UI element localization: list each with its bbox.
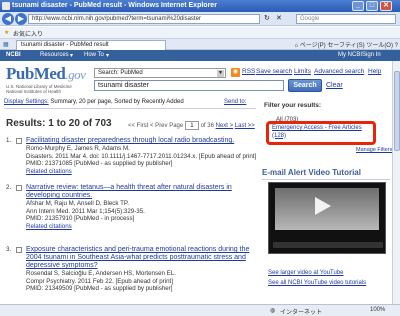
manage-filters-link[interactable]: Manage Filters (356, 147, 392, 153)
play-icon[interactable] (315, 197, 331, 215)
item-citation: Disasters. 2011 Mar 4. doi: 10.1111/j.14… (26, 152, 257, 160)
favorites-bar: ★ お気に入り (0, 27, 400, 39)
save-search-link[interactable]: Save search (256, 68, 292, 75)
nlm-subtitle: U.S. National Library of Medicine Nation… (6, 84, 72, 94)
scrollbar[interactable] (392, 61, 400, 304)
database-select[interactable]: Search: PubMed ▼ (94, 68, 226, 78)
item-title-link[interactable]: Exposure characteristics and peri-trauma… (26, 246, 258, 270)
help-icon[interactable]: ? (395, 43, 398, 49)
tab-row: ▦ tsunami disaster - PubMed result ⌂ ページ… (0, 39, 400, 50)
maximize-button[interactable]: □ (366, 1, 378, 11)
advanced-search-link[interactable]: Advanced search (314, 68, 364, 75)
tools-menu[interactable]: ツール(O) (366, 43, 393, 49)
command-bar: ⌂ ページ(P) セーフティ(S) ツール(O) ? (295, 40, 399, 49)
send-to-link[interactable]: Send to: (224, 99, 246, 105)
item-number: 3. (6, 246, 12, 253)
prev-page-link[interactable]: < Prev (150, 123, 168, 129)
item-title-link[interactable]: Facilitating disaster preparedness throu… (26, 137, 258, 145)
page-label: Page (169, 123, 184, 129)
address-bar: ◀ ▶ http://www.ncbi.nlm.nih.gov/pubmed?t… (0, 12, 400, 26)
item-pmid: PMID: 21371085 [PubMed - as supplied by … (26, 160, 173, 167)
forward-button[interactable]: ▶ (15, 13, 27, 25)
display-settings-link[interactable]: Display Settings: (4, 99, 49, 105)
first-page-link[interactable]: << First (128, 123, 148, 129)
page-menu[interactable]: ページ(P) (300, 43, 326, 49)
quick-tabs-icon[interactable]: ▦ (3, 41, 9, 48)
safety-menu[interactable]: セーフティ(S) (327, 43, 364, 49)
refresh-icon[interactable]: ↻ (264, 14, 270, 22)
related-citations-link[interactable]: Related citations (26, 223, 258, 231)
highlight-box (266, 121, 376, 145)
howto-menu[interactable]: How To (84, 52, 104, 58)
item-checkbox[interactable] (16, 247, 22, 253)
resources-chevron-icon[interactable]: ▾ (70, 52, 73, 59)
stop-icon[interactable]: ✕ (276, 14, 282, 22)
close-button[interactable]: ✕ (380, 1, 392, 11)
item-citation: Ann Intern Med. 2011 Mar 1;154(5):329-35… (26, 207, 145, 215)
back-button[interactable]: ◀ (2, 13, 14, 25)
item-authors: Romo-Murphy E, James R, Adams M. (26, 145, 130, 152)
favorites-star-icon[interactable]: ★ (4, 29, 9, 36)
active-tab[interactable]: tsunami disaster - PubMed result (16, 40, 166, 50)
video-links: See larger video at YouTube See all NCBI… (268, 268, 396, 288)
rss-icon[interactable]: ◉ (231, 68, 240, 77)
video-heading: E-mail Alert Video Tutorial (262, 168, 390, 180)
ncbi-logo[interactable]: NCBI (6, 52, 21, 58)
home-icon[interactable]: ⌂ (295, 43, 299, 49)
related-citations-link[interactable]: Related citations (26, 168, 258, 176)
item-authors: Rosendal S, Salcioğlu E, Andersen HS, Mo… (26, 270, 176, 277)
item-number: 1. (6, 137, 12, 144)
page-number-input[interactable]: 1 (184, 121, 199, 130)
search-input[interactable]: tsunami disaster (94, 80, 284, 91)
chevron-down-icon: ▼ (217, 70, 224, 77)
scrollbar-thumb[interactable] (394, 71, 400, 151)
clear-link[interactable]: Clear (326, 82, 343, 89)
item-citation: Compr Psychiatry. 2011 Feb 22. [Epub ahe… (26, 277, 173, 285)
howto-chevron-icon[interactable]: ▾ (106, 52, 109, 59)
youtube-link[interactable]: See larger video at YouTube (268, 268, 396, 278)
zone-label: インターネット (280, 310, 323, 316)
item-pmid: PMID: 21357910 [PubMed - in process] (26, 215, 135, 222)
display-settings-bar: Display Settings: Summary, 20 per page, … (4, 99, 256, 109)
display-summary: Summary, 20 per page, Sorted by Recently… (50, 99, 184, 105)
item-checkbox[interactable] (16, 185, 22, 191)
item-pmid: PMID: 21349509 [PubMed - as supplied by … (26, 285, 173, 292)
video-controls[interactable] (273, 242, 383, 248)
limits-link[interactable]: Limits (294, 68, 311, 75)
window-title: tsunami disaster - PubMed result - Windo… (12, 2, 217, 9)
globe-icon: ◍ (270, 308, 276, 314)
search-button[interactable]: Search (288, 79, 322, 92)
zoom-level[interactable]: 100% (370, 307, 385, 313)
item-title-link[interactable]: Narrative review: tetanus—a health threa… (26, 184, 258, 200)
next-page-link[interactable]: Next > (216, 123, 234, 129)
item-number: 2. (6, 184, 12, 191)
help-link[interactable]: Help (368, 68, 381, 75)
filter-heading: Filter your results: (264, 102, 322, 109)
signin-link[interactable]: Sign In (362, 52, 381, 58)
ncbi-bar: NCBI Resources ▾ How To ▾ My NCBI Sign I… (0, 50, 400, 61)
url-field[interactable]: http://www.ncbi.nlm.nih.gov/pubmed?term=… (28, 14, 260, 24)
item-checkbox[interactable] (16, 138, 22, 144)
ie-icon (2, 2, 10, 10)
favorites-label[interactable]: お気に入り (13, 29, 43, 38)
window-title-bar: tsunami disaster - PubMed result - Windo… (0, 0, 400, 12)
page-count: of 36 (200, 123, 214, 129)
item-authors: Afshar M, Raju M, Ansell D, Bleck TP. (26, 200, 129, 207)
last-page-link[interactable]: Last >> (235, 123, 255, 129)
all-tutorials-link[interactable]: See all NCBI YouTube video tutorials (268, 278, 396, 288)
myncbi-link[interactable]: My NCBI (338, 52, 362, 58)
video-player[interactable] (268, 182, 386, 254)
pubmed-header: PubMed.gov U.S. National Library of Medi… (0, 61, 400, 95)
minimize-button[interactable]: _ (352, 1, 364, 11)
rss-link[interactable]: RSS (242, 68, 255, 75)
results-heading: Results: 1 to 20 of 703 (6, 118, 112, 129)
google-search-input[interactable]: Google (296, 14, 396, 24)
pubmed-logo[interactable]: PubMed.gov (6, 64, 86, 84)
status-bar: ◍ インターネット 100% (0, 304, 400, 316)
resources-menu[interactable]: Resources (40, 52, 69, 58)
pager: << First < Prev Page 1 of 36 Next > Last… (128, 121, 255, 130)
